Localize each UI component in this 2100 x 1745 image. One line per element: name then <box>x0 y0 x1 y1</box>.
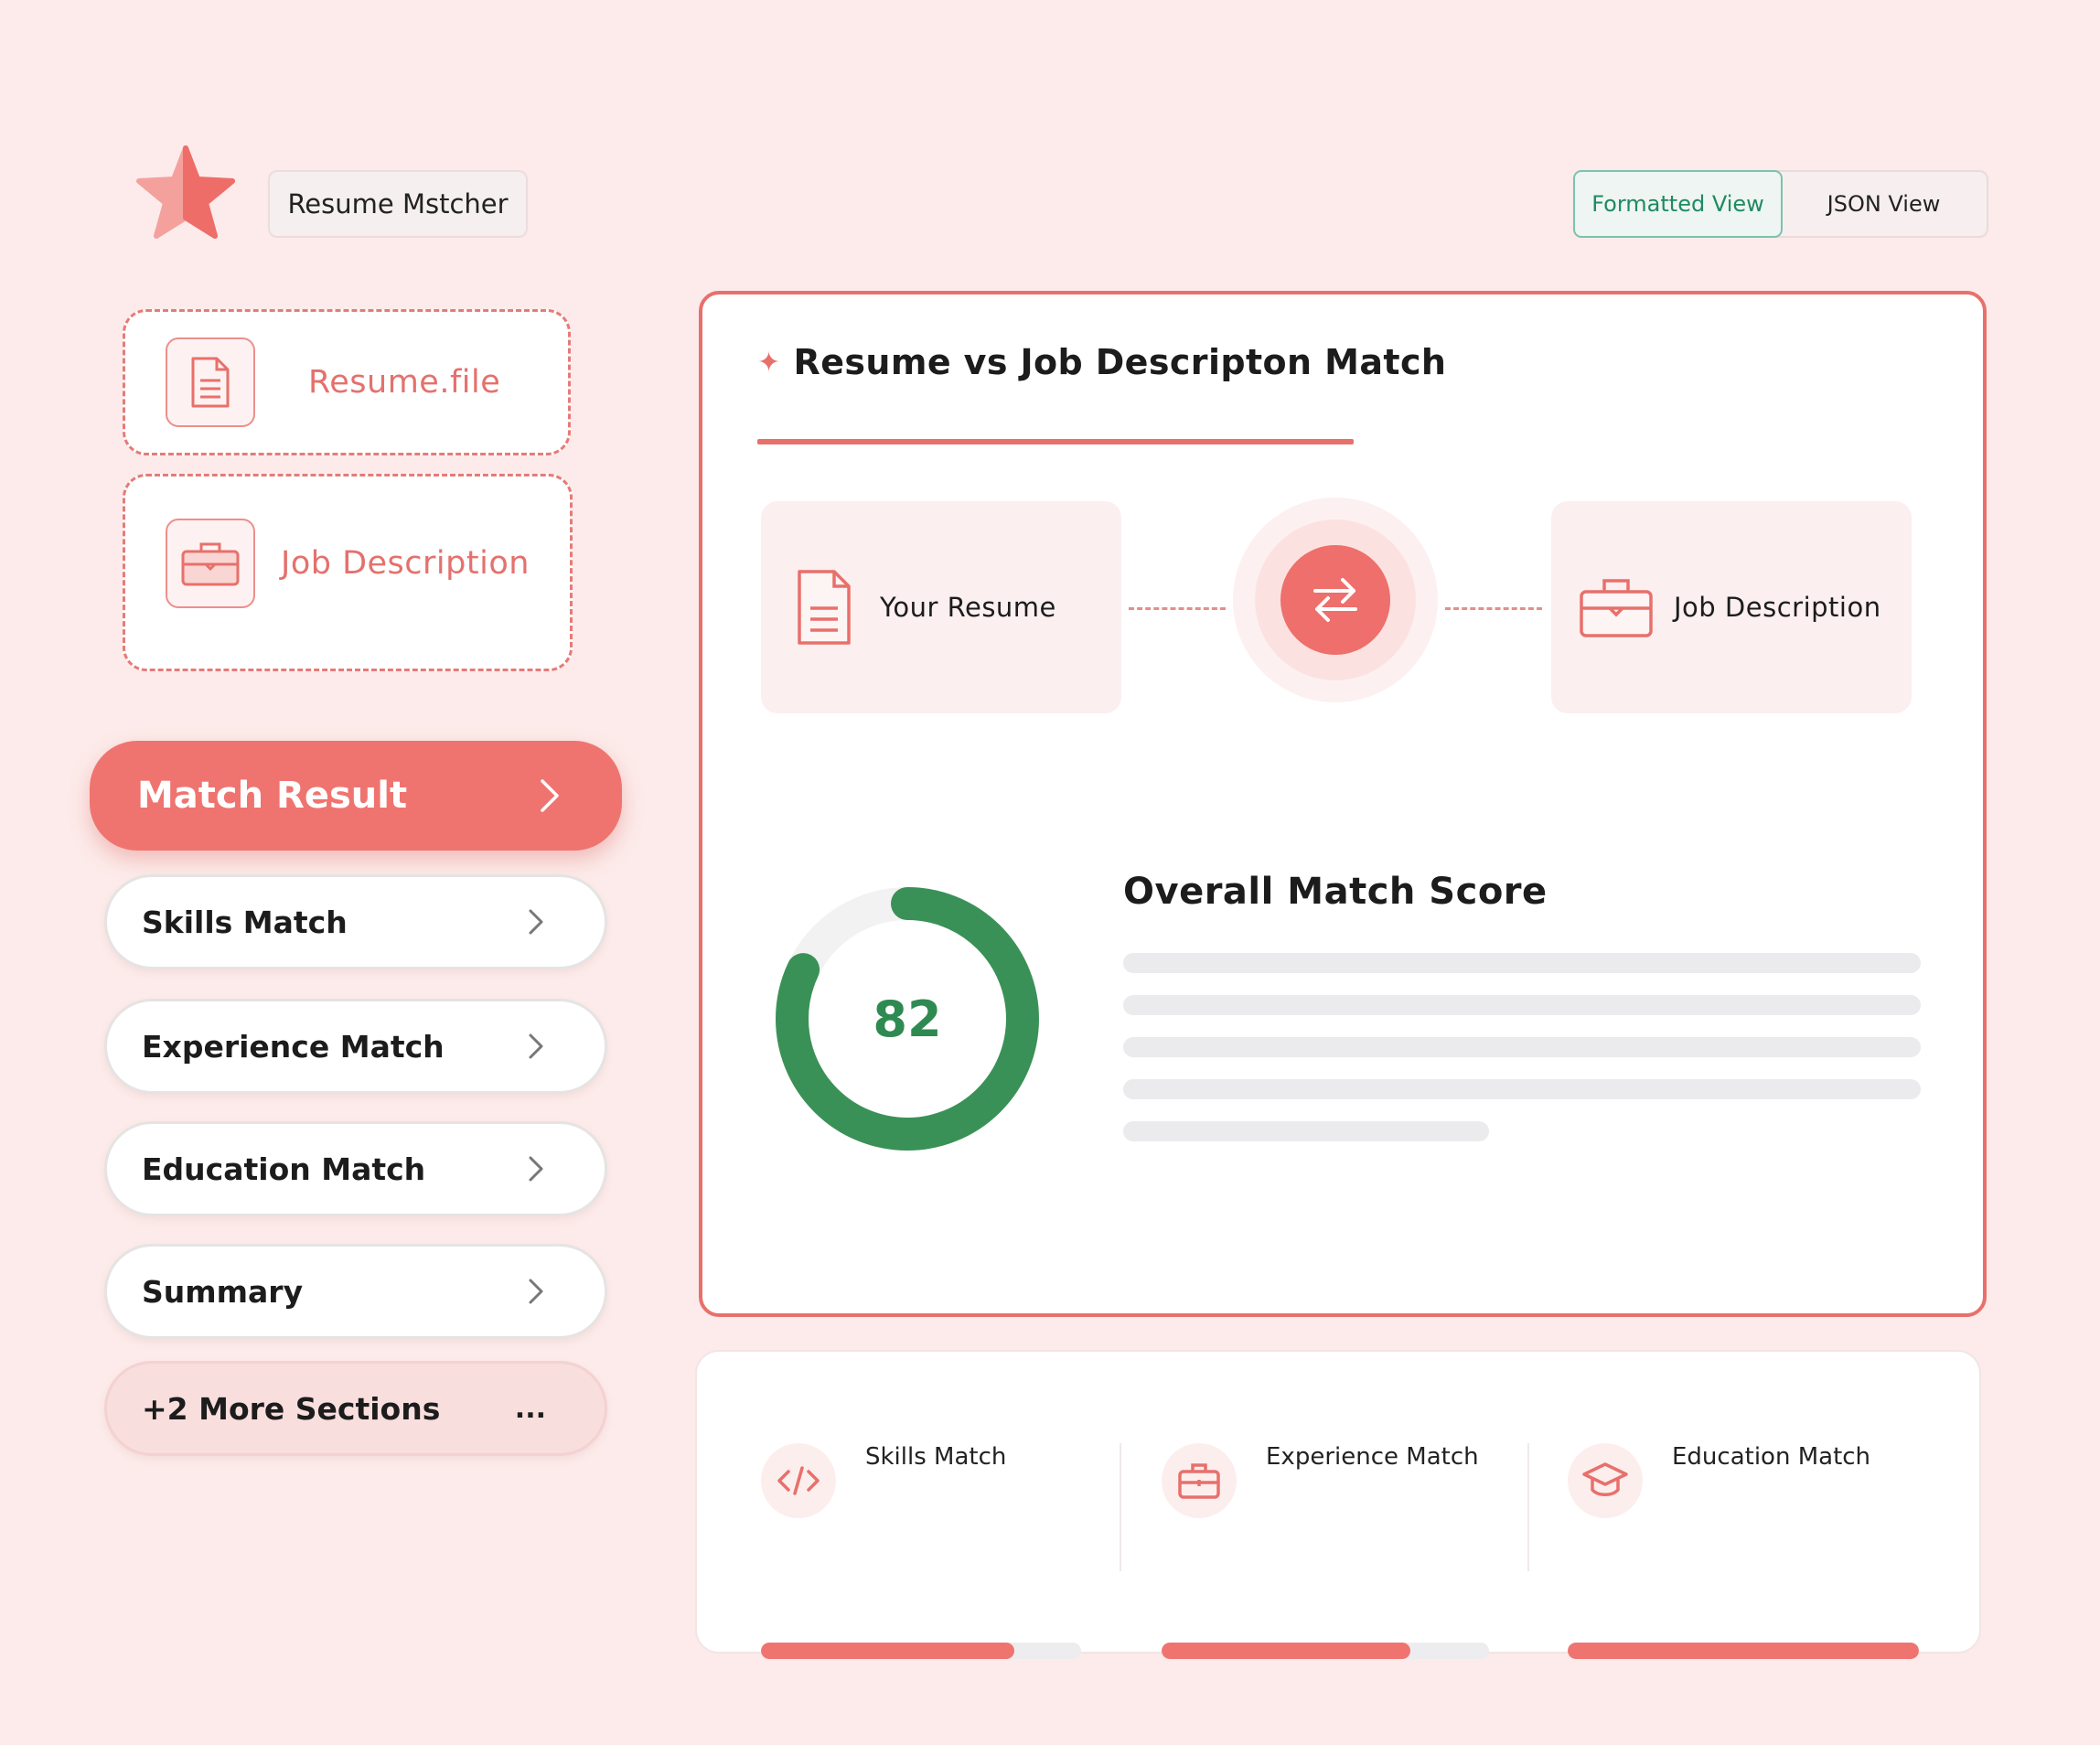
nav-item-label: +2 More Sections <box>142 1390 441 1427</box>
json-view-button[interactable]: JSON View <box>1781 172 1987 236</box>
divider <box>1120 1443 1121 1571</box>
job-description-label: Job Description <box>1674 592 1881 623</box>
briefcase-icon <box>166 519 255 608</box>
sparkle-icon: ✦ <box>757 346 781 379</box>
job-description-card[interactable]: Job Description <box>1551 501 1912 713</box>
chevron-right-icon <box>529 1279 543 1304</box>
connector-line <box>1129 607 1226 610</box>
placeholder-line <box>1123 1079 1921 1099</box>
placeholder-line <box>1123 1121 1489 1141</box>
placeholder-line <box>1123 953 1921 973</box>
nav-item-label: Education Match <box>142 1151 426 1187</box>
swap-arrows-icon <box>1313 578 1357 622</box>
ellipsis-icon: ... <box>514 1392 546 1425</box>
panel-header: ✦ Resume vs Job Descripton Match <box>757 342 1446 444</box>
progress-fill <box>1162 1643 1411 1659</box>
star-icon <box>136 145 235 239</box>
title-underline <box>757 439 1354 444</box>
nav-item-label: Match Result <box>137 775 408 817</box>
your-resume-label: Your Resume <box>880 592 1056 623</box>
formatted-view-button[interactable]: Formatted View <box>1573 170 1783 238</box>
metric-label: Experience Match <box>1266 1443 1479 1471</box>
metric-label: Skills Match <box>865 1443 1007 1471</box>
chevron-right-icon <box>529 1156 543 1182</box>
nav-item-match-result[interactable]: Match Result <box>90 741 622 851</box>
chevron-right-icon <box>529 1033 543 1059</box>
panel-title-text: Resume vs Job Descripton Match <box>793 342 1447 382</box>
app-title: Resume Mstcher <box>268 170 528 238</box>
experience-match-progress <box>1162 1643 1489 1659</box>
swap-halo <box>1233 498 1438 702</box>
divider <box>1527 1443 1529 1571</box>
metric-label: Education Match <box>1672 1443 1871 1471</box>
your-resume-card[interactable]: Your Resume <box>761 501 1121 713</box>
progress-fill <box>761 1643 1014 1659</box>
briefcase-icon <box>1162 1443 1237 1518</box>
nav-item-more-sections[interactable]: +2 More Sections ... <box>104 1361 607 1456</box>
progress-fill <box>1568 1643 1919 1659</box>
score-title: Overall Match Score <box>1123 871 1548 913</box>
metrics-panel: Skills Match Experience Match Education … <box>695 1350 1981 1659</box>
nav-item-experience-match[interactable]: Experience Match <box>104 999 607 1094</box>
job-description-upload-box[interactable]: Job Description <box>123 474 573 671</box>
app-logo <box>135 145 236 240</box>
panel-title: ✦ Resume vs Job Descripton Match <box>757 342 1446 382</box>
document-icon <box>166 337 255 427</box>
nav-item-summary[interactable]: Summary <box>104 1244 607 1339</box>
swap-halo-inner <box>1255 519 1416 680</box>
nav-item-education-match[interactable]: Education Match <box>104 1121 607 1216</box>
nav-item-label: Experience Match <box>142 1028 445 1065</box>
resume-upload-box[interactable]: Resume.file <box>123 309 571 455</box>
metric-education-match: Education Match <box>1568 1443 1919 1659</box>
briefcase-icon <box>1580 579 1653 637</box>
placeholder-line <box>1123 1037 1921 1057</box>
education-match-progress <box>1568 1643 1919 1659</box>
connector-line <box>1445 607 1542 610</box>
nav-item-label: Summary <box>142 1273 304 1310</box>
metric-experience-match: Experience Match <box>1162 1443 1489 1659</box>
chevron-right-icon <box>541 779 559 812</box>
nav-item-skills-match[interactable]: Skills Match <box>104 874 607 969</box>
resume-upload-label: Resume.file <box>308 364 501 401</box>
score-value: 82 <box>873 990 942 1048</box>
code-icon <box>761 1443 836 1518</box>
swap-button[interactable] <box>1280 545 1390 655</box>
placeholder-line <box>1123 995 1921 1015</box>
nav-item-label: Skills Match <box>142 904 348 940</box>
document-icon <box>798 570 851 645</box>
match-panel: ✦ Resume vs Job Descripton Match Your Re… <box>699 291 1987 1317</box>
chevron-right-icon <box>529 909 543 935</box>
job-description-upload-label: Job Description <box>281 545 530 582</box>
view-toggle: Formatted View JSON View <box>1573 170 1988 238</box>
graduation-cap-icon <box>1568 1443 1643 1518</box>
skills-match-progress <box>761 1643 1081 1659</box>
metric-skills-match: Skills Match <box>761 1443 1081 1659</box>
